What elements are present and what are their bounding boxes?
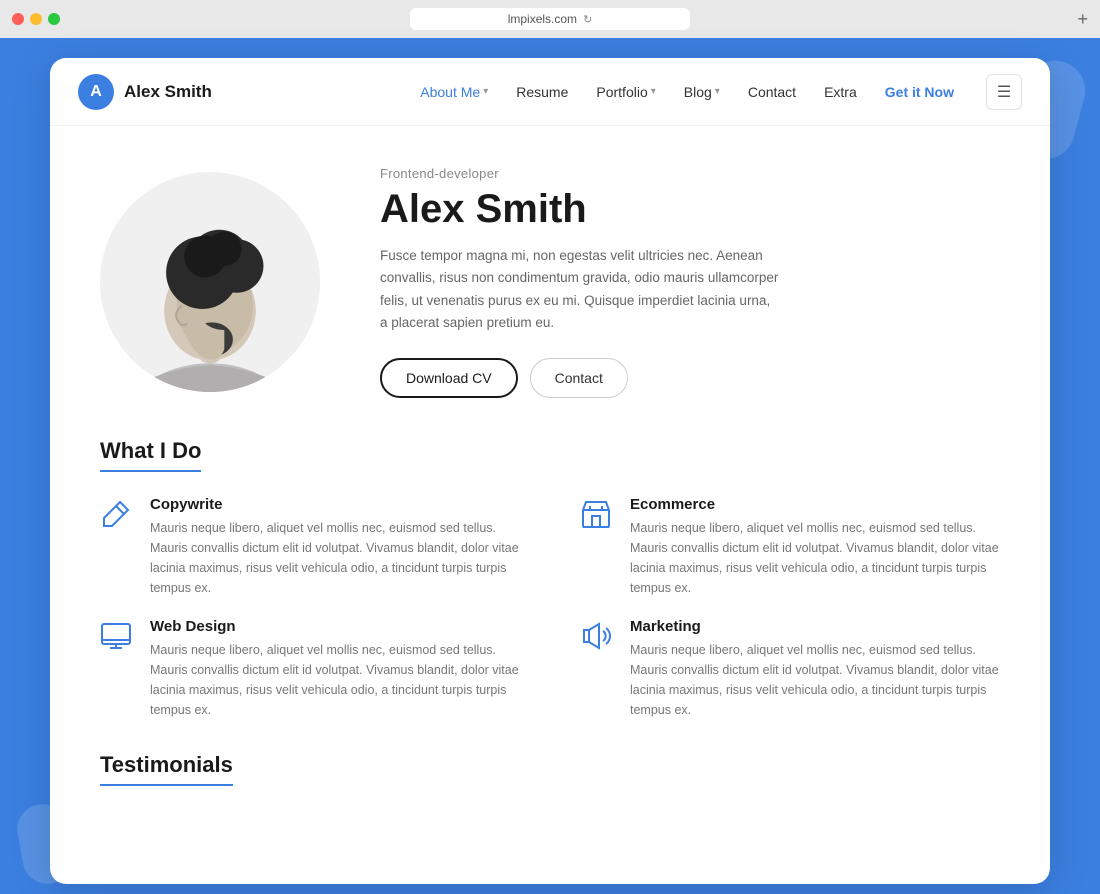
nav-cta[interactable]: Get it Now <box>885 84 954 100</box>
hero-buttons: Download CV Contact <box>380 358 1000 398</box>
service-marketing: Marketing Mauris neque libero, aliquet v… <box>580 618 1000 720</box>
what-i-do-title: What I Do <box>100 438 201 472</box>
logo-avatar: A <box>78 74 114 110</box>
copywrite-title: Copywrite <box>150 496 520 513</box>
main-card: A Alex Smith About Me ▾ Resume Portfolio… <box>50 58 1050 884</box>
content-area: Frontend-developer Alex Smith Fusce temp… <box>50 126 1050 884</box>
nav-extra[interactable]: Extra <box>824 84 857 100</box>
nav-resume[interactable]: Resume <box>516 84 568 100</box>
close-button[interactable] <box>12 13 24 25</box>
ecommerce-content: Ecommerce Mauris neque libero, aliquet v… <box>630 496 1000 598</box>
nav-links: About Me ▾ Resume Portfolio ▾ Blog ▾ Con… <box>420 84 954 100</box>
testimonials-title: Testimonials <box>100 752 233 786</box>
testimonials-section: Testimonials <box>100 752 1000 786</box>
logo-name: Alex Smith <box>124 82 212 102</box>
hero-avatar <box>100 172 320 392</box>
megaphone-icon <box>580 620 616 656</box>
hero-section: Frontend-developer Alex Smith Fusce temp… <box>100 146 1000 438</box>
hero-name: Alex Smith <box>380 187 1000 231</box>
webdesign-content: Web Design Mauris neque libero, aliquet … <box>150 618 520 720</box>
ecommerce-desc: Mauris neque libero, aliquet vel mollis … <box>630 518 1000 598</box>
monitor-icon <box>100 620 136 656</box>
nav-about[interactable]: About Me ▾ <box>420 84 488 100</box>
address-bar[interactable]: lmpixels.com ↻ <box>410 8 690 30</box>
copywrite-desc: Mauris neque libero, aliquet vel mollis … <box>150 518 520 598</box>
traffic-lights <box>12 13 60 25</box>
download-cv-button[interactable]: Download CV <box>380 358 518 398</box>
services-grid: Copywrite Mauris neque libero, aliquet v… <box>100 496 1000 720</box>
hero-text: Frontend-developer Alex Smith Fusce temp… <box>380 166 1000 398</box>
hero-bio: Fusce tempor magna mi, non egestas velit… <box>380 245 780 334</box>
hero-subtitle: Frontend-developer <box>380 166 1000 181</box>
marketing-title: Marketing <box>630 618 1000 635</box>
webdesign-title: Web Design <box>150 618 520 635</box>
pencil-icon <box>100 498 136 534</box>
browser-chrome: lmpixels.com ↻ + <box>0 0 1100 38</box>
hamburger-button[interactable]: ☰ <box>986 74 1022 110</box>
navbar: A Alex Smith About Me ▾ Resume Portfolio… <box>50 58 1050 126</box>
what-i-do-section: What I Do Copywrite Mauris neque libero,… <box>100 438 1000 720</box>
service-ecommerce: Ecommerce Mauris neque libero, aliquet v… <box>580 496 1000 598</box>
url-text: lmpixels.com <box>508 12 577 26</box>
logo-area: A Alex Smith <box>78 74 212 110</box>
maximize-button[interactable] <box>48 13 60 25</box>
ecommerce-title: Ecommerce <box>630 496 1000 513</box>
nav-blog[interactable]: Blog ▾ <box>684 84 720 100</box>
new-tab-button[interactable]: + <box>1077 9 1088 30</box>
webdesign-desc: Mauris neque libero, aliquet vel mollis … <box>150 640 520 720</box>
marketing-desc: Mauris neque libero, aliquet vel mollis … <box>630 640 1000 720</box>
avatar-image <box>110 182 310 392</box>
store-icon <box>580 498 616 534</box>
service-copywrite: Copywrite Mauris neque libero, aliquet v… <box>100 496 520 598</box>
nav-contact[interactable]: Contact <box>748 84 796 100</box>
marketing-content: Marketing Mauris neque libero, aliquet v… <box>630 618 1000 720</box>
copywrite-content: Copywrite Mauris neque libero, aliquet v… <box>150 496 520 598</box>
minimize-button[interactable] <box>30 13 42 25</box>
nav-portfolio[interactable]: Portfolio ▾ <box>596 84 655 100</box>
service-webdesign: Web Design Mauris neque libero, aliquet … <box>100 618 520 720</box>
refresh-icon[interactable]: ↻ <box>583 13 592 26</box>
contact-button[interactable]: Contact <box>530 358 628 398</box>
